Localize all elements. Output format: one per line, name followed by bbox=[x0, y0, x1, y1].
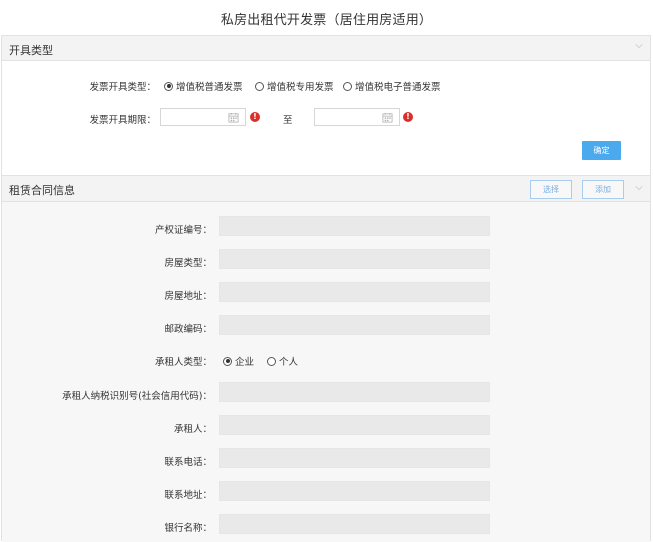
phone-field[interactable] bbox=[219, 448, 490, 468]
lease-contract-panel: 租赁合同信息 选择 添加 产权证编号： 房屋类型： 房屋地址： 邮政编码： 承租… bbox=[1, 175, 651, 542]
radio-tenant-enterprise[interactable]: 企业 bbox=[223, 354, 254, 368]
property-cert-label: 产权证编号： bbox=[154, 225, 212, 236]
phone-label: 联系电话： bbox=[164, 457, 212, 468]
invoice-type-label: 发票开具类型： bbox=[89, 82, 156, 93]
warning-icon: ! bbox=[403, 112, 413, 122]
radio-dot[interactable] bbox=[343, 81, 352, 91]
tenant-taxid-field[interactable] bbox=[219, 382, 490, 402]
contact-address-label: 联系地址： bbox=[164, 490, 212, 501]
contact-address-field[interactable] bbox=[219, 481, 490, 501]
invoice-type-panel: 开具类型 发票开具类型： 增值税普通发票 增值税专用发票 增值税电子普通发票 发… bbox=[1, 35, 651, 176]
add-button[interactable]: 添加 bbox=[582, 180, 624, 199]
postal-code-label: 邮政编码： bbox=[164, 324, 212, 335]
period-to-label: 至 bbox=[283, 115, 293, 126]
radio-label: 个人 bbox=[279, 357, 299, 368]
radio-dot-selected[interactable] bbox=[223, 356, 232, 366]
bank-name-label: 银行名称： bbox=[164, 523, 212, 534]
invoice-type-title: 开具类型 bbox=[9, 44, 53, 57]
property-cert-field[interactable] bbox=[219, 216, 490, 236]
invoice-period-label: 发票开具期限： bbox=[89, 115, 156, 126]
calendar-icon[interactable] bbox=[382, 112, 393, 123]
warning-icon: ! bbox=[250, 112, 260, 122]
invoice-type-body: 发票开具类型： 增值税普通发票 增值税专用发票 增值税电子普通发票 发票开具期限… bbox=[2, 61, 650, 176]
tenant-label: 承租人： bbox=[173, 424, 212, 435]
house-type-field[interactable] bbox=[219, 249, 490, 269]
house-address-label: 房屋地址： bbox=[164, 291, 212, 302]
calendar-icon[interactable] bbox=[228, 112, 239, 123]
radio-dot[interactable] bbox=[255, 81, 264, 91]
radio-vat-electronic[interactable]: 增值税电子普通发票 bbox=[343, 79, 441, 93]
radio-dot-selected[interactable] bbox=[164, 81, 173, 91]
house-address-field[interactable] bbox=[219, 282, 490, 302]
radio-vat-general[interactable]: 增值税普通发票 bbox=[164, 79, 243, 93]
chevron-down-icon[interactable] bbox=[635, 184, 643, 192]
lease-contract-title: 租赁合同信息 bbox=[9, 184, 75, 197]
radio-label: 企业 bbox=[235, 357, 255, 368]
radio-tenant-individual[interactable]: 个人 bbox=[267, 354, 298, 368]
radio-label: 增值税电子普通发票 bbox=[355, 82, 441, 93]
radio-vat-special[interactable]: 增值税专用发票 bbox=[255, 79, 334, 93]
lease-contract-header[interactable]: 租赁合同信息 选择 添加 bbox=[2, 176, 650, 202]
bank-name-field[interactable] bbox=[219, 514, 490, 534]
tenant-taxid-label: 承租人纳税识别号(社会信用代码)： bbox=[62, 391, 212, 402]
tenant-field[interactable] bbox=[219, 415, 490, 435]
select-button[interactable]: 选择 bbox=[530, 180, 572, 199]
chevron-down-icon[interactable] bbox=[635, 42, 643, 50]
page-title: 私房出租代开发票（居住用房适用） bbox=[220, 13, 433, 28]
postal-code-field[interactable] bbox=[219, 315, 490, 335]
tenant-type-label: 承租人类型： bbox=[154, 357, 212, 368]
period-start-input[interactable] bbox=[160, 108, 246, 126]
lease-contract-body: 产权证编号： 房屋类型： 房屋地址： 邮政编码： 承租人类型： 企业 个人 承租… bbox=[2, 202, 650, 542]
house-type-label: 房屋类型： bbox=[164, 258, 212, 269]
radio-dot[interactable] bbox=[267, 356, 276, 366]
radio-label: 增值税专用发票 bbox=[267, 82, 334, 93]
period-end-input[interactable] bbox=[314, 108, 400, 126]
confirm-button[interactable]: 确定 bbox=[582, 141, 621, 160]
invoice-type-header[interactable]: 开具类型 bbox=[2, 36, 650, 61]
radio-label: 增值税普通发票 bbox=[176, 82, 243, 93]
